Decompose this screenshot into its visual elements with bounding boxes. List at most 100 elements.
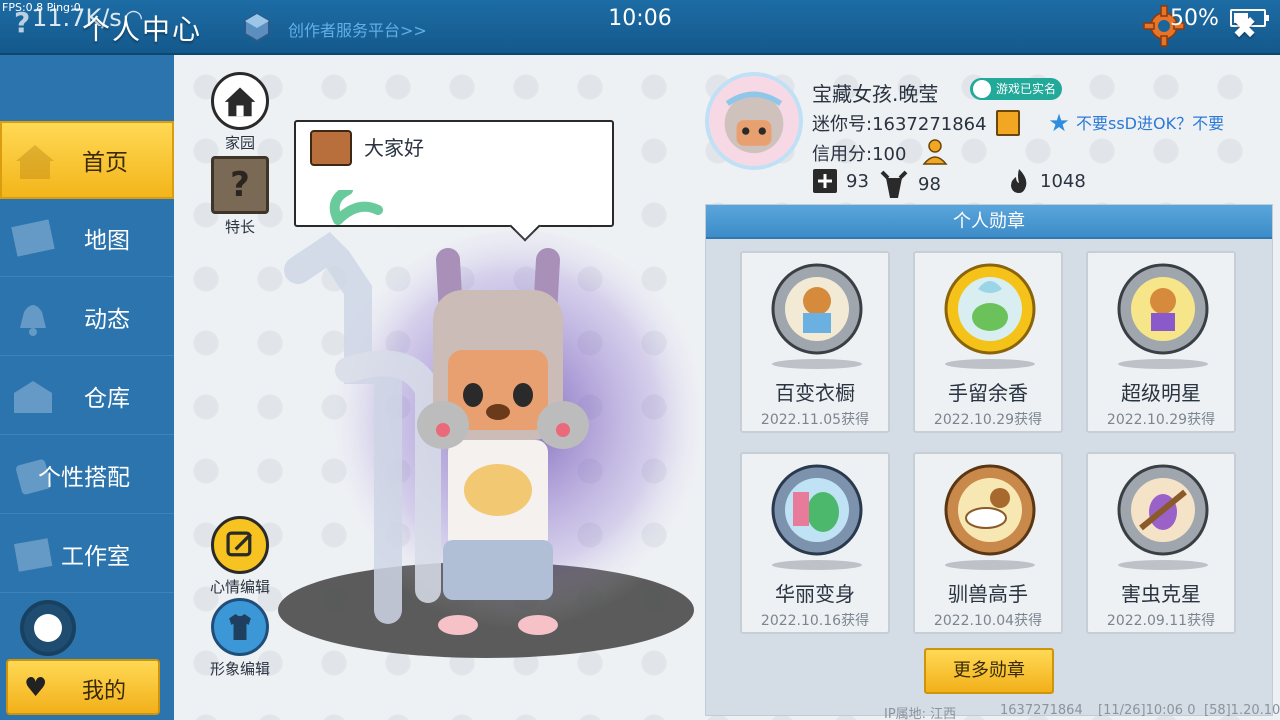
medal-date: 2022.10.04获得 [933,613,1043,629]
copy-icon[interactable] [996,110,1020,136]
plus-icon [813,169,837,193]
creator-platform-link[interactable]: 创作者服务平台>> [288,17,427,41]
credit-person-icon[interactable] [922,138,952,166]
floating-ball-button[interactable] [20,600,76,656]
sidebar-item-label: 仓库 [84,385,130,412]
stat-follow: 93 [812,168,869,194]
footer-timestamp: [11/26]10:06 0 [1098,703,1196,718]
studio-icon [14,538,53,572]
medal-shadow [772,560,862,570]
mood-edit-button[interactable]: 心情编辑 [208,516,272,597]
home-garden-button[interactable]: 家园 [208,72,272,153]
stat-value: 1048 [1040,170,1086,192]
mood-edit-label: 心情编辑 [209,578,270,596]
medal-name: 害虫克星 [1121,582,1201,606]
clock-time: 10:06 [608,6,672,31]
medal-name: 百变衣橱 [775,381,855,405]
sidebar-item-label: 个性搭配 [38,464,130,491]
battery-level: 50% [1170,6,1219,31]
medal-date: 2022.11.05获得 [760,412,870,428]
character-stage[interactable] [278,190,698,660]
page-title: 个人中心 [82,13,203,46]
star-badge-icon: ★ [1048,109,1070,137]
skill-button[interactable]: ? 特长 [208,156,272,237]
more-medals-button[interactable]: 更多勋章 [924,648,1054,694]
sidebar-item-studio[interactable]: 工作室 [0,515,174,593]
tamer-medal-icon [944,464,1036,556]
top-bar: ? 11.7K/s ◠ 个人中心 FPS:0.8 Ping:0 创作者服务平台>… [0,0,1280,55]
medal-date: 2022.09.11获得 [1106,613,1216,629]
sidebar-item-outfit[interactable]: 个性搭配 [0,436,174,514]
stat-trophy: 98 [878,168,941,200]
sidebar-item-home[interactable]: 首页 [0,121,174,199]
creator-platform-icon[interactable] [242,12,272,42]
avatar[interactable] [705,72,803,170]
bell-icon [20,305,46,336]
speech-text: 大家好 [364,136,424,160]
look-edit-button[interactable]: 形象编辑 [208,598,272,679]
sidebar-item-label: 地图 [84,227,130,254]
footer-version: [58]1.20.10 [1204,703,1280,718]
skill-label: 特长 [224,218,255,236]
home-garden-label: 家园 [224,134,255,152]
outfit-icon [211,598,269,656]
question-icon: ? [211,156,269,214]
sidebar-item-label: 首页 [82,150,128,176]
fragrance-medal-icon [944,263,1036,355]
medal-shadow [772,359,862,369]
flame-icon [1011,169,1027,193]
fps-ping-readout: FPS:0.8 Ping:0 [2,1,81,14]
pest-buster-medal-icon [1117,464,1209,556]
medal-name: 驯兽高手 [948,582,1028,606]
stat-value: 93 [846,170,869,192]
medal-date: 2022.10.29获得 [933,412,1043,428]
verified-label: 游戏已实名 [996,82,1057,96]
sidebar-item-warehouse[interactable]: 仓库 [0,357,174,435]
superstar-medal-icon [1117,263,1209,355]
close-icon[interactable]: ✖ [1232,14,1257,44]
medal-date: 2022.10.16获得 [760,613,870,629]
nickname: 宝藏女孩.晚莹 [812,82,939,106]
trophy-icon [880,170,908,198]
wardrobe-medal-icon [771,263,863,355]
signature[interactable]: 不要ssD进OK？不要 [1076,110,1224,134]
medal-card[interactable]: 百变衣橱 2022.11.05获得 [740,251,890,433]
sidebar-item-map[interactable]: 地图 [0,199,174,277]
stat-popularity: 1048 [1006,168,1086,194]
medal-shadow [1118,359,1208,369]
medal-name: 超级明星 [1121,381,1201,405]
sidebar-item-feed[interactable]: 动态 [0,278,174,356]
home-icon [16,145,54,179]
ip-location: IP属地: 江西 [884,707,957,720]
medal-shadow [1118,560,1208,570]
medal-card[interactable]: 害虫克星 2022.09.11获得 [1086,452,1236,634]
medal-card[interactable]: 手留余香 2022.10.29获得 [913,251,1063,433]
heart-icon: ♥ [24,673,48,703]
medal-panel-header: 个人勋章 [706,205,1272,239]
mine-label: 我的 [82,679,127,704]
stat-value: 98 [918,173,941,195]
edit-icon [211,516,269,574]
house-icon [211,72,269,130]
map-icon [11,219,55,257]
medal-name: 华丽变身 [775,582,855,606]
warehouse-icon [14,381,52,413]
medal-shadow [945,359,1035,369]
look-edit-label: 形象编辑 [209,660,270,678]
verified-badge: 游戏已实名 [970,78,1063,100]
medal-card[interactable]: 驯兽高手 2022.10.04获得 [913,452,1063,634]
medal-card[interactable]: 华丽变身 2022.10.16获得 [740,452,890,634]
sidebar-item-label: 动态 [84,306,130,333]
medal-name: 手留余香 [948,381,1028,405]
medal-panel: 个人勋章 百变衣橱 2022.11.05获得 手留余香 2022.10.29获得 [705,204,1273,716]
footer-uid: 1637271864 [1000,703,1083,718]
medal-date: 2022.10.29获得 [1106,412,1216,428]
mine-button[interactable]: ♥ 我的 [6,659,160,715]
sidebar-item-label: 工作室 [61,543,130,570]
credit-score: 信用分:100 [812,144,907,165]
medal-shadow [945,560,1035,570]
verified-icon [973,80,991,98]
chat-avatar-icon [310,130,352,166]
medal-card[interactable]: 超级明星 2022.10.29获得 [1086,251,1236,433]
mini-id: 迷你号:1637271864 [812,114,987,135]
